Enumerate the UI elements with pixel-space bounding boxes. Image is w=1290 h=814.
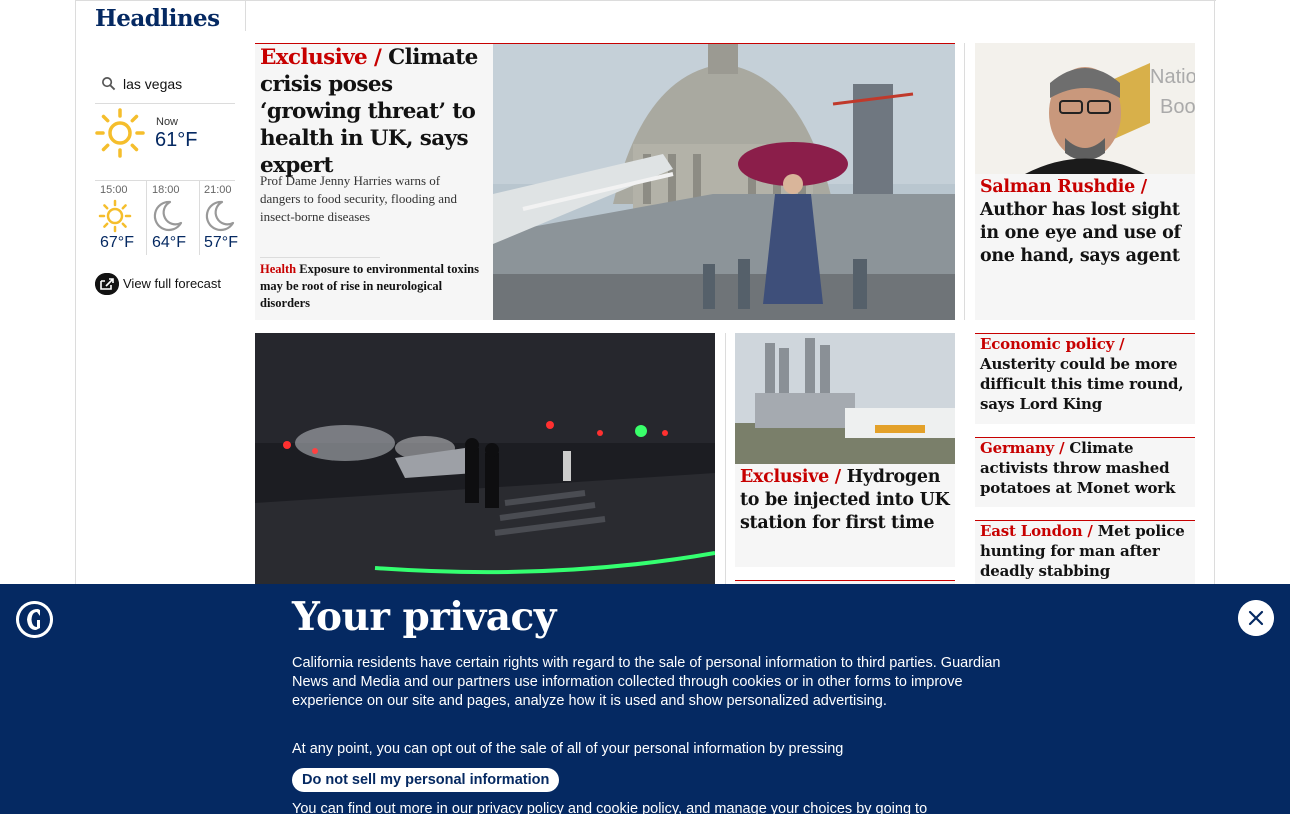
external-link-icon [95, 273, 119, 295]
close-icon[interactable] [1238, 600, 1274, 636]
privacy-title: Your privacy [292, 594, 556, 640]
st-pauls-umbrella-photo [493, 44, 955, 320]
forecast-slot: 15:00 67°F [95, 181, 147, 255]
guardian-logo-icon [16, 601, 53, 638]
sun-icon [95, 108, 145, 158]
forecast-temp: 64°F [152, 234, 186, 251]
headline-card-germany[interactable]: Germany / Climate activists throw mashed… [975, 437, 1195, 507]
headline-card-austerity[interactable]: Economic policy / Austerity could be mor… [975, 333, 1195, 424]
forecast-time: 15:00 [100, 184, 128, 196]
search-icon [102, 77, 116, 91]
header-divider [245, 0, 246, 31]
headline-card-hydrogen[interactable]: Exclusive / Hydrogen to be injected into… [735, 333, 955, 567]
svg-text:Natio: Natio [1150, 66, 1195, 88]
card-title: Author has lost sight in one eye and use… [980, 200, 1181, 266]
weather-now-label: Now [156, 116, 179, 128]
forecast-temp: 57°F [204, 234, 238, 251]
weather-location-search[interactable]: las vegas [95, 71, 235, 104]
card-kicker: Salman Rushdie / [980, 177, 1147, 197]
column-divider [725, 333, 726, 593]
card-headline[interactable]: East London / Met police hunting for man… [980, 521, 1190, 581]
privacy-banner: Your privacy California residents have c… [0, 584, 1290, 814]
top-rule [76, 0, 1216, 1]
weather-forecast: 15:00 67°F 18:00 64°F 21:00 57°F [95, 180, 238, 255]
view-full-forecast-label: View full forecast [123, 276, 222, 291]
headline-card-night-photo[interactable] [255, 333, 715, 593]
card-kicker: Economic policy / [980, 335, 1125, 353]
weather-now-temp: 61°F [155, 129, 198, 151]
moon-icon [205, 200, 235, 232]
card-kicker: Exclusive / [260, 45, 382, 70]
card-kicker: Germany / [980, 439, 1065, 457]
card-headline[interactable]: Economic policy / Austerity could be mor… [980, 334, 1190, 414]
card-headline[interactable]: Germany / Climate activists throw mashed… [980, 438, 1190, 498]
headline-card-climate[interactable]: Exclusive / Climate crisis poses ‘growin… [255, 43, 955, 320]
card-headline[interactable]: Exclusive / Climate crisis poses ‘growin… [260, 44, 488, 179]
city-blackout-photo [255, 333, 715, 593]
privacy-paragraph: You can find out more in our privacy pol… [292, 801, 928, 814]
svg-text:Book: Book [1160, 96, 1195, 118]
salman-rushdie-photo: Natio Book [975, 43, 1195, 174]
section-title: Headlines [95, 5, 220, 32]
related-divider [260, 257, 380, 258]
sun-icon [98, 199, 132, 233]
headline-card-east-london[interactable]: East London / Met police hunting for man… [975, 520, 1195, 590]
card-kicker: Exclusive / [740, 467, 841, 487]
moon-icon [153, 200, 183, 232]
card-standfirst: Prof Dame Jenny Harries warns of dangers… [260, 173, 457, 224]
do-not-sell-button[interactable]: Do not sell my personal information [292, 768, 560, 792]
privacy-paragraph: At any point, you can opt out of the sal… [292, 741, 844, 757]
card-headline[interactable]: Salman Rushdie / Author has lost sight i… [980, 176, 1192, 268]
card-kicker: East London / [980, 522, 1093, 540]
forecast-temp: 67°F [100, 234, 134, 251]
weather-location-input[interactable]: las vegas [123, 76, 182, 92]
card-title: Austerity could be more difficult this t… [980, 355, 1184, 413]
related-link[interactable]: Health Exposure to environmental toxins … [260, 261, 486, 312]
forecast-time: 21:00 [204, 184, 232, 196]
column-divider [964, 43, 965, 320]
forecast-time: 18:00 [152, 184, 180, 196]
forecast-slot: 18:00 64°F [147, 181, 199, 255]
power-station-photo [735, 333, 955, 464]
privacy-paragraph: California residents have certain rights… [292, 655, 1001, 709]
forecast-slot: 21:00 57°F [199, 181, 251, 255]
headline-card-rushdie[interactable]: Natio Book Salman Rushdie / Author has l… [975, 43, 1195, 320]
card-headline[interactable]: Exclusive / Hydrogen to be injected into… [740, 466, 952, 535]
related-kicker: Health [260, 262, 297, 276]
